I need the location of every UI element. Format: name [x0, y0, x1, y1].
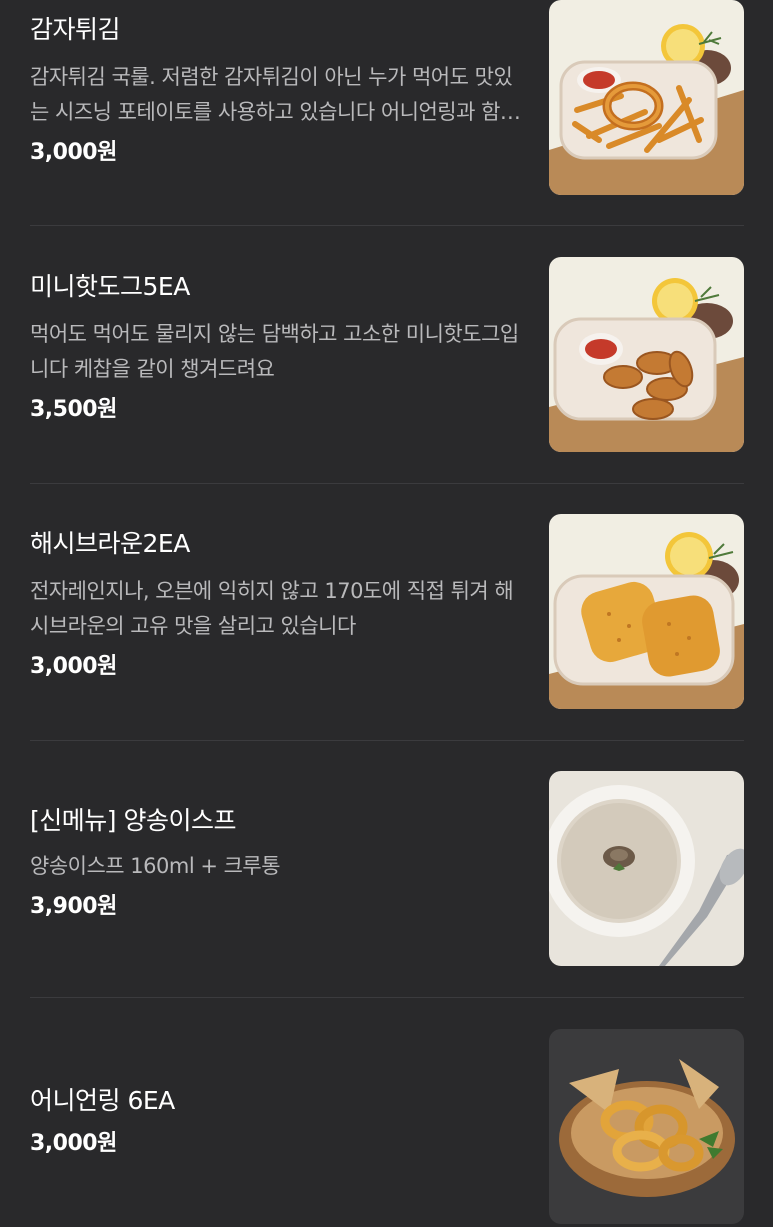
menu-item-price: 3,000원	[30, 654, 117, 679]
divider	[30, 740, 744, 741]
menu-item-text: [신메뉴] 양송이스프 양송이스프 160ml + 크루통 3,900원	[30, 805, 530, 922]
menu-item-price: 3,900원	[30, 894, 117, 919]
menu-item-text: 해시브라운2EA 전자레인지나, 오븐에 익히지 않고 170도에 직접 튀겨 …	[30, 528, 530, 682]
menu-item-name: 해시브라운2EA	[30, 529, 190, 558]
menu-item-description: 전자레인지나, 오븐에 익히지 않고 170도에 직접 튀겨 해시브라운의 고유…	[30, 579, 514, 638]
menu-item-description: 먹어도 먹어도 물리지 않는 담백하고 고소한 미니핫도그입니다 케찹을 같이 …	[30, 322, 519, 381]
menu-item-price: 3,000원	[30, 140, 117, 165]
menu-item-description: 감자튀김 국룰. 저렴한 감자튀김이 아닌 누가 먹어도 맛있는 시즈닝 포테이…	[30, 65, 519, 124]
onion-ring-photo[interactable]	[549, 1029, 744, 1224]
mushroom-soup-photo[interactable]	[549, 771, 744, 966]
divider	[30, 483, 744, 484]
divider	[30, 225, 744, 226]
menu-item-text: 어니언링 6EA 3,000원	[30, 1085, 530, 1159]
menu-item-text: 감자튀김 감자튀김 국룰. 저렴한 감자튀김이 아닌 누가 먹어도 맛있는 시즈…	[30, 14, 530, 168]
menu-item-mini-hotdog[interactable]: 미니핫도그5EA 먹어도 먹어도 물리지 않는 담백하고 고소한 미니핫도그입니…	[30, 257, 744, 452]
menu-item-name: 감자튀김	[30, 15, 121, 44]
hash-brown-photo[interactable]	[549, 514, 744, 709]
menu-item-name: 어니언링 6EA	[30, 1086, 175, 1115]
divider	[30, 997, 744, 998]
menu-item-fries[interactable]: 감자튀김 감자튀김 국룰. 저렴한 감자튀김이 아닌 누가 먹어도 맛있는 시즈…	[30, 0, 744, 195]
menu-item-onion-ring[interactable]: 어니언링 6EA 3,000원	[30, 1029, 744, 1224]
menu-item-hash-brown[interactable]: 해시브라운2EA 전자레인지나, 오븐에 익히지 않고 170도에 직접 튀겨 …	[30, 514, 744, 709]
fries-photo[interactable]	[549, 0, 744, 195]
menu-item-price: 3,000원	[30, 1131, 117, 1156]
menu-item-mushroom-soup[interactable]: [신메뉴] 양송이스프 양송이스프 160ml + 크루통 3,900원	[30, 771, 744, 966]
menu-item-name: 미니핫도그5EA	[30, 272, 190, 301]
mini-hotdog-photo[interactable]	[549, 257, 744, 452]
menu-item-description: 양송이스프 160ml + 크루통	[30, 854, 281, 878]
menu-item-text: 미니핫도그5EA 먹어도 먹어도 물리지 않는 담백하고 고소한 미니핫도그입니…	[30, 271, 530, 425]
menu-item-name: [신메뉴] 양송이스프	[30, 806, 236, 835]
menu-item-price: 3,500원	[30, 397, 117, 422]
